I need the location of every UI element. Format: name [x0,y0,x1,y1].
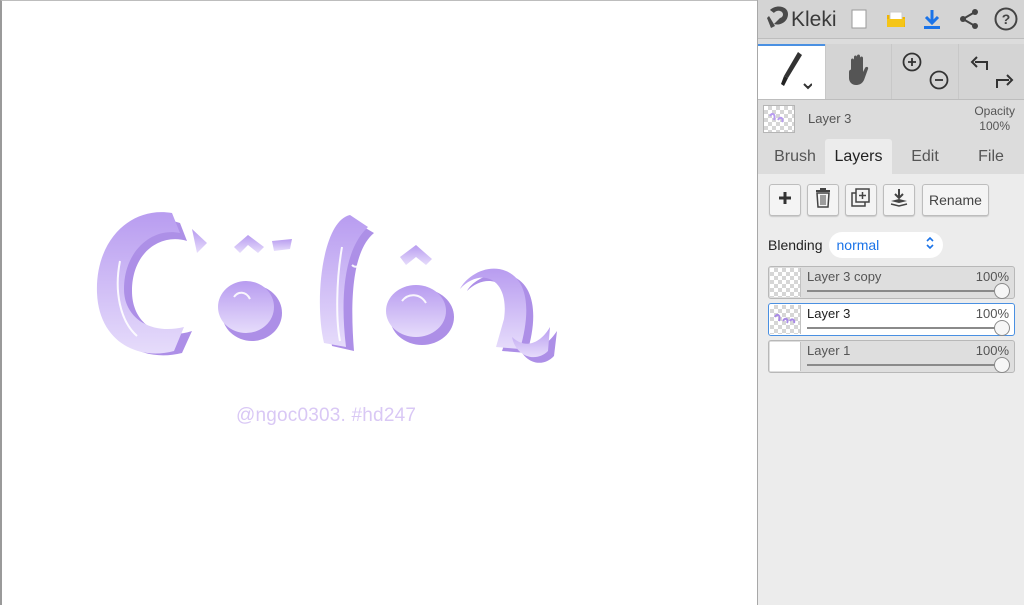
opacity-slider-knob[interactable] [994,357,1010,373]
select-chevron-icon [925,236,935,255]
svg-text:?: ? [1002,11,1011,27]
artwork-lettering [96,212,557,363]
merge-down-button[interactable] [883,184,915,216]
opacity-slider-track[interactable] [807,290,1002,292]
app-name: Kleki [791,7,837,31]
opacity-slider-knob[interactable] [994,320,1010,336]
tab-edit[interactable]: Edit [892,139,958,174]
duplicate-layer-icon [851,187,871,213]
blending-row: Blending normal [768,232,943,258]
add-layer-button[interactable] [769,184,801,216]
top-toolbar: Kleki ? [758,0,1024,39]
layer-thumbnail [770,268,801,297]
undo-redo-controls [958,44,1024,99]
current-layer-info: Layer 3 Opacity 100% [758,100,1024,138]
delete-layer-button[interactable] [807,184,839,216]
help-icon[interactable]: ? [993,6,1019,32]
layer-item-selected[interactable]: Layer 3 100% [768,303,1015,336]
layer-item[interactable]: Layer 1 100% [768,340,1015,373]
new-file-icon[interactable] [846,6,872,32]
redo-icon[interactable] [993,70,1015,95]
blending-label: Blending [768,237,823,253]
download-icon[interactable] [919,6,945,32]
tab-brush[interactable]: Brush [762,139,828,174]
layer-actions: Rename [769,184,989,216]
layers-panel: Rename Blending normal Layer 3 copy 100% [758,174,1024,605]
layer-name: Layer 3 [807,306,851,321]
brush-icon [772,48,813,97]
kleki-logo-icon [766,4,790,35]
brush-tool-button[interactable] [758,44,825,99]
duplicate-layer-button[interactable] [845,184,877,216]
watermark-text: @ngoc0303. #hd247 [236,405,417,426]
add-layer-icon [778,191,792,210]
tab-layers[interactable]: Layers [825,139,892,174]
current-layer-thumbnail [763,105,795,133]
current-layer-name: Layer 3 [808,111,852,126]
blending-select[interactable]: normal [828,232,943,258]
rename-button[interactable]: Rename [922,184,989,216]
layer-list: Layer 3 copy 100% Layer 3 100% Layer 1 1… [768,266,1015,377]
undo-icon[interactable] [969,52,991,77]
app-logo[interactable]: Kleki [766,4,837,35]
layer-item[interactable]: Layer 3 copy 100% [768,266,1015,299]
tab-file[interactable]: File [958,139,1024,174]
current-layer-opacity: Opacity 100% [974,104,1015,133]
layer-thumbnail [770,342,801,371]
share-icon[interactable] [956,6,982,32]
hand-tool-button[interactable] [825,44,892,99]
panel-tabs: Brush Layers Edit File [758,139,1024,174]
open-folder-icon[interactable] [883,6,909,32]
delete-layer-icon [815,187,831,213]
zoom-controls [891,44,959,99]
layer-name: Layer 3 copy [807,269,882,284]
hand-icon [843,52,875,91]
layer-thumbnail [770,305,801,334]
layer-opacity: 100% [975,306,1009,321]
opacity-slider-track[interactable] [807,364,1002,366]
zoom-in-icon[interactable] [902,52,922,77]
layer-opacity: 100% [975,269,1009,284]
opacity-slider-knob[interactable] [994,283,1010,299]
tool-row [758,44,1024,100]
blending-value: normal [836,237,880,253]
layer-opacity: 100% [975,343,1009,358]
drawing-canvas[interactable]: @ngoc0303. #hd247 [0,0,757,605]
side-panel: Kleki ? Layer 3 Opacity 100% Brush Layer… [757,0,1024,605]
layer-name: Layer 1 [807,343,851,358]
opacity-slider-track[interactable] [807,327,1002,329]
zoom-out-icon[interactable] [929,70,949,95]
merge-down-icon [889,188,909,213]
